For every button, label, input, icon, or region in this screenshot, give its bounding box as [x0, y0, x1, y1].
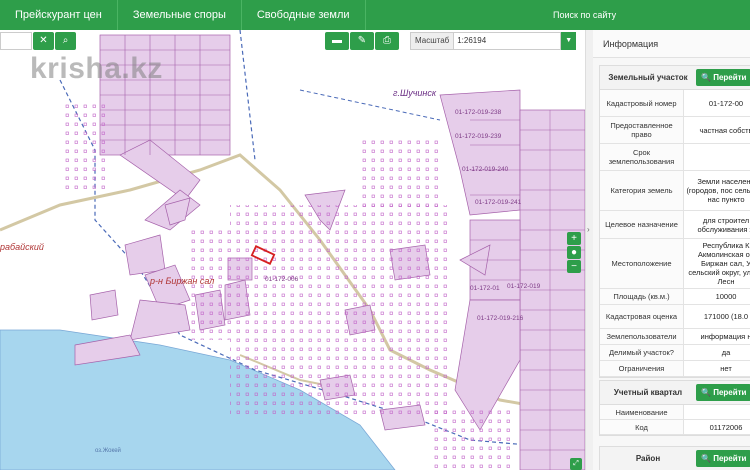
- table-row: Код 01172006: [600, 420, 750, 435]
- map-canvas[interactable]: г.Шучинск р-н Биржан сал рабайский оз.Жо…: [0, 30, 585, 470]
- quarter-section: Учетный квартал 🔍 Перейти Наименование К…: [599, 380, 750, 436]
- row-value: для строител обслуживания ж: [697, 215, 750, 234]
- row-value: частная собств: [699, 125, 750, 135]
- site-search-link[interactable]: Поиск по сайту: [553, 10, 616, 20]
- search-icon[interactable]: ⌕: [55, 32, 76, 50]
- scale-input[interactable]: 1:26194: [454, 32, 562, 50]
- row-key: Код: [600, 420, 684, 434]
- ruler-icon[interactable]: ▬: [325, 32, 349, 50]
- district-label: р-н Биржан сал: [149, 276, 214, 286]
- land-plot-header: Земельный участок 🔍 Перейти: [600, 66, 750, 90]
- row-value: [684, 144, 750, 170]
- row-key: Целевое назначение: [600, 211, 684, 238]
- print-icon[interactable]: ⎙: [375, 32, 399, 50]
- table-row: Кадастровая оценка 171000 (18.0: [600, 305, 750, 329]
- district-title: Район: [635, 454, 661, 463]
- nav-free-lands[interactable]: Свободные земли: [242, 0, 365, 30]
- row-value: да: [721, 348, 731, 357]
- parcel-label: 01-172-01: [470, 285, 500, 292]
- pencil-icon[interactable]: ✎: [350, 32, 374, 50]
- info-panel: Информация Земельный участок 🔍 Перейти К…: [593, 30, 750, 470]
- row-value: 10000: [715, 292, 737, 301]
- town-label: г.Шучинск: [393, 88, 437, 98]
- expand-icon[interactable]: ⤢: [570, 458, 582, 470]
- quarter-title: Учетный квартал: [613, 388, 683, 397]
- row-key: Срок землепользования: [600, 144, 684, 170]
- parcel-label: 01-172-019-216: [477, 315, 524, 322]
- table-row: Площадь (кв.м.) 10000: [600, 289, 750, 305]
- row-key: Площадь (кв.м.): [600, 289, 684, 304]
- quarter-header: Учетный квартал 🔍 Перейти: [600, 381, 750, 405]
- table-row: Категория земельЗемли населенн (городов,…: [600, 171, 750, 211]
- zoom-in-icon[interactable]: +: [567, 232, 581, 245]
- zoom-control: + ● −: [567, 232, 581, 274]
- row-value: Республика К Акмолинская об Биржан сал, …: [688, 241, 750, 286]
- parcel-label: 01-172-019-241: [475, 199, 522, 206]
- district-section: Район 🔍 Перейти: [599, 446, 750, 470]
- parcel-label: 01-172-019-238: [455, 109, 502, 116]
- map-search: ✕ ⌕: [0, 32, 76, 50]
- row-key: Ограничения: [600, 361, 684, 376]
- parcel-label: 01-172-019-239: [455, 133, 502, 140]
- land-goto-button[interactable]: 🔍 Перейти: [696, 69, 750, 86]
- table-row: Землепользователи информация н: [600, 329, 750, 345]
- quarter-goto-button[interactable]: 🔍 Перейти: [696, 384, 750, 401]
- table-row: Кадастровый номер 01-172-00: [600, 90, 750, 117]
- clear-icon[interactable]: ✕: [33, 32, 54, 50]
- scale-control: Масштаб 1:26194 ▼: [410, 32, 577, 50]
- row-value: 01172006: [709, 422, 743, 432]
- table-row: Срок землепользования: [600, 144, 750, 171]
- scale-label: Масштаб: [410, 32, 455, 50]
- row-key: Кадастровый номер: [600, 90, 684, 116]
- district-goto-button[interactable]: 🔍 Перейти: [696, 450, 750, 467]
- district-header: Район 🔍 Перейти: [600, 447, 750, 470]
- quarter-label: 01-172-006: [265, 276, 299, 283]
- map-toolbar: ▬ ✎ ⎙: [325, 32, 400, 50]
- lake-label: оз.Жокей: [95, 447, 121, 454]
- zoom-reset-icon[interactable]: ●: [567, 246, 581, 259]
- map-search-input[interactable]: [0, 32, 32, 50]
- table-row: Наименование: [600, 405, 750, 420]
- watermark: krisha.kz: [30, 52, 163, 85]
- row-key: Делимый участок?: [600, 345, 684, 360]
- row-key: Кадастровая оценка: [600, 305, 684, 328]
- row-key: Местоположение: [600, 239, 684, 288]
- cadastral-map[interactable]: г.Шучинск р-н Биржан сал рабайский оз.Жо…: [0, 30, 585, 470]
- table-row: Делимый участок? да: [600, 345, 750, 361]
- row-value: нет: [720, 364, 732, 373]
- zoom-out-icon[interactable]: −: [567, 260, 581, 273]
- nav-divider: [364, 0, 366, 30]
- row-value: 171000 (18.0: [703, 312, 749, 321]
- row-key: Землепользователи: [600, 329, 684, 344]
- panel-splitter[interactable]: ›: [585, 30, 593, 470]
- row-key: Категория земель: [600, 171, 684, 210]
- nav-land-disputes[interactable]: Земельные споры: [118, 0, 241, 30]
- land-plot-title: Земельный участок: [608, 73, 688, 82]
- row-key: Предоставленное право: [600, 117, 684, 143]
- row-value: Земли населенн (городов, пос сельских на…: [686, 177, 750, 204]
- chevron-down-icon[interactable]: ▼: [561, 32, 577, 50]
- land-plot-section: Земельный участок 🔍 Перейти Кадастровый …: [599, 65, 750, 378]
- row-value: информация н: [700, 332, 750, 341]
- nav-price-list[interactable]: Прейскурант цен: [0, 0, 117, 30]
- parcel-label: 01-172-019-240: [462, 166, 509, 173]
- top-navigation: Прейскурант цен Земельные споры Свободны…: [0, 0, 750, 30]
- area-label: рабайский: [0, 242, 44, 252]
- table-row: Предоставленное право частная собств: [600, 117, 750, 144]
- parcel-label: 01-172-019: [507, 283, 541, 290]
- table-row: Целевое назначение для строител обслужива…: [600, 211, 750, 239]
- table-row: Местоположение Республика К Акмолинская о…: [600, 239, 750, 289]
- row-key: Наименование: [600, 405, 684, 419]
- chevron-right-icon: ›: [587, 225, 590, 234]
- panel-title: Информация: [593, 30, 750, 58]
- row-value: 01-172-00: [708, 98, 744, 108]
- table-row: Ограничения нет: [600, 361, 750, 377]
- small-parcels-field: [230, 205, 450, 415]
- row-value: [684, 405, 750, 419]
